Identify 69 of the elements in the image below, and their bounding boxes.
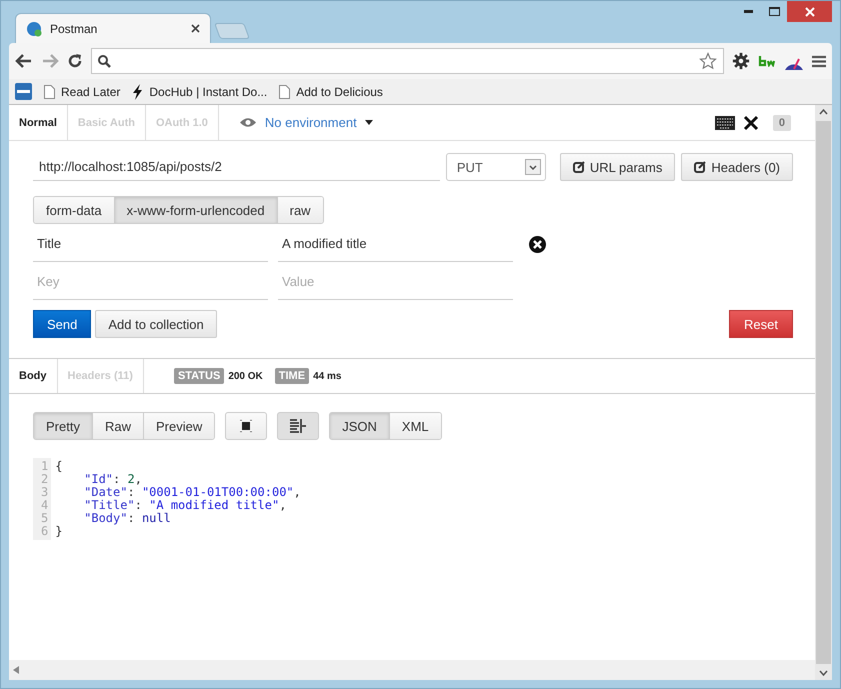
format-tab[interactable]: JSON	[330, 413, 390, 439]
edit-icon	[694, 161, 706, 173]
fullscreen-button[interactable]	[225, 412, 268, 440]
page-icon	[279, 84, 290, 98]
minimize-icon[interactable]	[744, 10, 752, 13]
globe-icon	[26, 20, 42, 36]
history-count: 0	[772, 114, 791, 130]
code-line: "Id": 2,	[83, 473, 143, 486]
reload-icon[interactable]	[67, 53, 83, 69]
code-line: }	[55, 525, 64, 538]
status-label: STATUS	[174, 368, 224, 384]
vertical-scrollbar[interactable]	[815, 105, 832, 680]
chevron-down-icon	[528, 164, 537, 170]
extension-icon[interactable]	[758, 55, 776, 67]
code-line: "Title": "A modified title",	[83, 499, 288, 512]
body-mode-tab[interactable]: raw	[278, 197, 323, 223]
caret-icon	[364, 120, 373, 125]
menu-icon[interactable]	[812, 54, 826, 68]
response-tab[interactable]: Body	[9, 359, 58, 393]
time-label: TIME	[274, 368, 310, 384]
line-number: 3	[41, 486, 48, 499]
back-icon[interactable]	[15, 53, 33, 69]
star-icon[interactable]	[699, 52, 717, 70]
page-icon	[44, 84, 55, 98]
add-to-collection-button[interactable]: Add to collection	[95, 310, 217, 338]
time-value: 44 ms	[313, 370, 342, 382]
line-number: 1	[41, 460, 48, 473]
close-window-button[interactable]	[787, 1, 832, 22]
request-option-button[interactable]: URL params	[560, 153, 676, 181]
view-mode-tab[interactable]: Pretty	[34, 413, 93, 439]
environment-dropdown[interactable]: No environment	[218, 105, 393, 140]
horizontal-scrollbar[interactable]	[9, 660, 815, 680]
wrap-icon	[290, 419, 306, 433]
bolt-icon	[132, 84, 144, 100]
code-line: "Date": "0001-01-01T00:00:00",	[83, 486, 301, 499]
body-mode-tab[interactable]: x-www-form-urlencoded	[114, 197, 278, 223]
line-number: 4	[41, 499, 48, 512]
keyboard-icon[interactable]	[714, 116, 735, 130]
status-value: 200 OK	[228, 370, 263, 382]
close-icon	[804, 6, 814, 16]
line-number: 5	[41, 512, 48, 525]
auth-tab[interactable]: Normal	[9, 105, 68, 140]
search-icon	[98, 54, 111, 68]
request-option-button[interactable]: Headers (0)	[681, 153, 793, 181]
code-line: {	[55, 460, 64, 473]
format-tab[interactable]: XML	[390, 413, 441, 439]
reset-button[interactable]: Reset	[729, 310, 793, 338]
edit-icon	[572, 161, 585, 173]
scroll-left-icon[interactable]	[13, 666, 19, 674]
view-mode-tab[interactable]: Preview	[144, 413, 214, 439]
bookmark[interactable]: Read Later	[44, 84, 120, 98]
method-select[interactable]: PUT	[446, 153, 546, 181]
code-line: "Body": null	[83, 512, 172, 525]
bookmark[interactable]: DocHub | Instant Do...	[132, 84, 268, 100]
settings-icon[interactable]	[732, 52, 750, 70]
bookmark[interactable]: Add to Delicious	[279, 84, 383, 98]
maximize-icon[interactable]	[768, 7, 780, 16]
browser-tab[interactable]: Postman	[15, 13, 211, 43]
line-number: 6	[41, 525, 48, 538]
eye-icon	[238, 117, 257, 128]
view-mode-tab[interactable]: Raw	[92, 413, 144, 439]
line-number: 2	[41, 473, 48, 486]
close-icon[interactable]	[191, 24, 200, 33]
remove-icon[interactable]	[529, 236, 546, 252]
send-button[interactable]: Send	[33, 310, 92, 338]
body-mode-tab[interactable]: form-data	[34, 197, 115, 223]
app-icon[interactable]	[15, 83, 32, 100]
fullscreen-icon	[240, 420, 252, 432]
wrap-button[interactable]	[277, 412, 320, 440]
